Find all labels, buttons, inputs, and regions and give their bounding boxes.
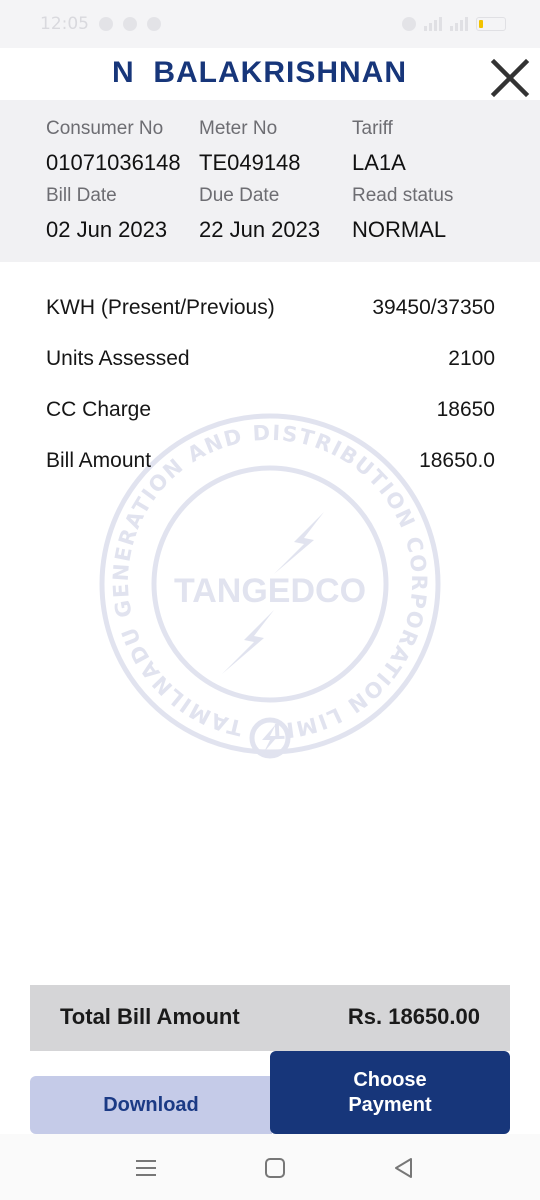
signal-icon xyxy=(424,17,442,31)
status-left: 12:05 xyxy=(40,14,161,34)
close-icon xyxy=(490,58,530,98)
battery-level xyxy=(479,20,483,28)
due-date-label: Due Date xyxy=(199,185,280,206)
download-button[interactable]: Download xyxy=(30,1076,272,1134)
total-bill-label: Total Bill Amount xyxy=(60,1004,240,1029)
lightning-icon xyxy=(222,610,274,674)
read-status-field: Read status NORMAL xyxy=(352,183,512,247)
due-date-field: Due Date 22 Jun 2023 xyxy=(199,183,359,247)
total-bill-bar: Total Bill Amount Rs. 18650.00 xyxy=(30,985,510,1051)
detail-row-kwh: KWH (Present/Previous) 39450/37350 xyxy=(0,288,540,339)
meter-no-field: Meter No TE049148 xyxy=(199,116,359,180)
detail-value: 2100 xyxy=(448,347,495,370)
menu-button[interactable] xyxy=(132,1154,160,1182)
bill-date-value: 02 Jun 2023 xyxy=(46,217,168,242)
detail-row-cc-charge: CC Charge 18650 xyxy=(0,390,540,441)
detail-label: CC Charge xyxy=(46,398,152,421)
consumer-no-label: Consumer No xyxy=(46,118,164,139)
read-status-label: Read status xyxy=(352,185,454,206)
notification-icon xyxy=(147,17,161,31)
status-right xyxy=(402,17,506,31)
detail-row-units-assessed: Units Assessed 2100 xyxy=(0,339,540,390)
notification-icon xyxy=(99,17,113,31)
due-date-value: 22 Jun 2023 xyxy=(199,217,321,242)
notification-icon xyxy=(123,17,137,31)
system-nav-bar xyxy=(0,1134,540,1200)
detail-value: 18650 xyxy=(436,398,495,421)
back-icon xyxy=(395,1158,412,1178)
consumer-no-field: Consumer No 01071036148 xyxy=(46,116,206,180)
detail-value: 39450/37350 xyxy=(372,296,495,319)
close-button[interactable] xyxy=(488,56,532,100)
tariff-field: Tariff LA1A xyxy=(352,116,512,180)
home-icon xyxy=(265,1158,285,1178)
vibrate-icon xyxy=(402,17,416,31)
detail-label: Bill Amount xyxy=(46,449,152,472)
consumer-no-value: 01071036148 xyxy=(46,150,181,175)
back-button[interactable] xyxy=(390,1154,418,1182)
home-button[interactable] xyxy=(261,1154,289,1182)
bill-details-list: KWH (Present/Previous) 39450/37350 Units… xyxy=(0,288,540,492)
meter-no-value: TE049148 xyxy=(199,150,301,175)
choose-payment-button[interactable]: Choose Payment xyxy=(270,1051,510,1134)
meter-no-label: Meter No xyxy=(199,118,278,139)
lightning-icon xyxy=(274,512,324,574)
total-bill-value: Rs. 18650.00 xyxy=(347,1004,480,1029)
bill-date-label: Bill Date xyxy=(46,185,117,206)
battery-icon xyxy=(476,17,506,31)
signal-icon xyxy=(450,17,468,31)
header: N BALAKRISHNAN xyxy=(0,48,540,100)
detail-label: Units Assessed xyxy=(46,347,190,370)
detail-value: 18650.0 xyxy=(419,449,495,472)
tariff-value: LA1A xyxy=(352,150,406,175)
read-status-value: NORMAL xyxy=(352,217,447,242)
menu-icon xyxy=(136,1160,156,1176)
bill-date-field: Bill Date 02 Jun 2023 xyxy=(46,183,206,247)
tariff-label: Tariff xyxy=(352,118,393,139)
status-time: 12:05 xyxy=(40,14,89,34)
consumer-info-panel: Consumer No 01071036148 Meter No TE04914… xyxy=(0,100,540,262)
watermark-center-text: TANGEDCO xyxy=(174,572,366,610)
bill-details-screen: 12:05 N BALAKRISHNAN Consumer No 0107103… xyxy=(0,0,540,1200)
status-bar: 12:05 xyxy=(0,0,540,48)
consumer-name: N BALAKRISHNAN xyxy=(112,56,407,89)
detail-label: KWH (Present/Previous) xyxy=(46,296,275,319)
detail-row-bill-amount: Bill Amount 18650.0 xyxy=(0,441,540,492)
